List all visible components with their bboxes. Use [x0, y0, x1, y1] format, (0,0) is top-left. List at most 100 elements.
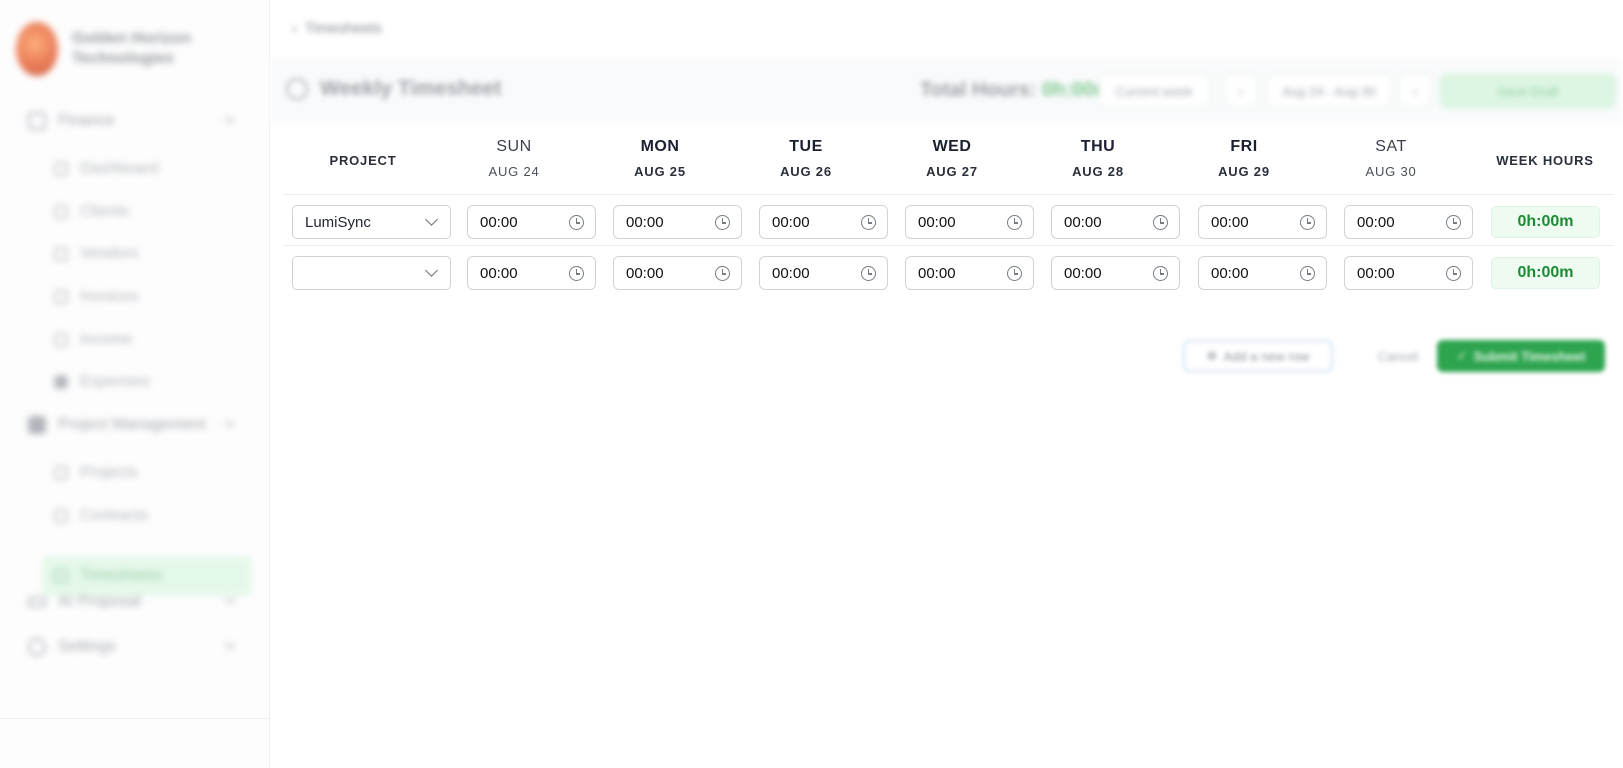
- total-hours: Total Hours: 0h:00m: [920, 79, 1112, 102]
- week-hours-total: 0h:00m: [1491, 206, 1600, 238]
- sidebar-item-label: Clients: [80, 203, 129, 220]
- time-input-sun[interactable]: 00:00: [467, 256, 596, 290]
- sidebar-item-invoices[interactable]: Invoices: [54, 288, 139, 306]
- clock-icon[interactable]: [1446, 266, 1461, 281]
- sidebar-item-ai-proposal[interactable]: AI Proposal: [28, 593, 141, 611]
- current-week-button[interactable]: Current week: [1098, 74, 1210, 108]
- clock-icon[interactable]: [715, 215, 730, 230]
- sidebar-item-vendors[interactable]: Vendors: [54, 245, 139, 263]
- day-label: FRI: [1230, 138, 1258, 155]
- time-input-wed[interactable]: 00:00: [905, 256, 1034, 290]
- prev-week-button[interactable]: ‹: [1224, 74, 1258, 108]
- breadcrumb[interactable]: ‹ Timesheets: [292, 20, 382, 37]
- store-icon: [54, 247, 68, 261]
- time-value: 00:00: [1357, 264, 1395, 282]
- date-label: AUG 26: [780, 164, 832, 179]
- clock-icon[interactable]: [1300, 215, 1315, 230]
- sidebar-item-projects[interactable]: Projects: [54, 464, 138, 482]
- check-icon: ✓: [1456, 348, 1468, 363]
- clock-icon[interactable]: [715, 266, 730, 281]
- title-bar: Weekly Timesheet Total Hours: 0h:00m Cur…: [270, 60, 1623, 122]
- cancel-button[interactable]: Cancel: [1353, 340, 1443, 372]
- week-range[interactable]: Aug 24 - Aug 30: [1266, 74, 1392, 108]
- time-input-mon[interactable]: 00:00: [613, 256, 742, 290]
- date-label: AUG 28: [1072, 164, 1124, 179]
- sidebar-item-label: AI Proposal: [58, 593, 141, 610]
- clock-icon[interactable]: [861, 266, 876, 281]
- app-root: Golden Horizon Technologies Finance Dash…: [0, 0, 1623, 768]
- chevron-down-icon[interactable]: [224, 638, 236, 650]
- time-input-sat[interactable]: 00:00: [1344, 205, 1473, 239]
- time-input-mon[interactable]: 00:00: [613, 205, 742, 239]
- brand-name: Golden Horizon Technologies: [72, 30, 192, 67]
- day-label: SUN: [496, 138, 532, 155]
- time-input-sat[interactable]: 00:00: [1344, 256, 1473, 290]
- clock-icon[interactable]: [569, 266, 584, 281]
- time-value: 00:00: [1211, 213, 1249, 231]
- chevron-left-icon: ‹: [1238, 83, 1244, 99]
- date-label: AUG 25: [634, 164, 686, 179]
- clock-icon[interactable]: [1446, 215, 1461, 230]
- table-row: 00:00 00:00 00:00 00:00 00:00 00:00 00:0…: [284, 246, 1614, 297]
- grid-icon: [54, 162, 68, 176]
- time-input-wed[interactable]: 00:00: [905, 205, 1034, 239]
- clock-icon[interactable]: [569, 215, 584, 230]
- save-draft-button[interactable]: Save Draft: [1440, 74, 1616, 108]
- chevron-down-icon[interactable]: [224, 112, 236, 124]
- time-value: 00:00: [1211, 264, 1249, 282]
- sidebar-item-settings[interactable]: Settings: [28, 638, 116, 656]
- add-row-button[interactable]: ⊕ Add a new row: [1183, 340, 1333, 372]
- time-value: 00:00: [918, 213, 956, 231]
- table-row: LumiSync 00:00 00:00 00:00 00:00 00:00 0…: [284, 195, 1614, 246]
- user-icon: [28, 112, 46, 130]
- time-input-sun[interactable]: 00:00: [467, 205, 596, 239]
- breadcrumb-label: Timesheets: [305, 20, 382, 37]
- sidebar-item-label: Settings: [58, 638, 116, 655]
- sidebar-item-dashboard[interactable]: Dashboard: [54, 160, 158, 178]
- clock-icon[interactable]: [861, 215, 876, 230]
- time-input-thu[interactable]: 00:00: [1051, 256, 1180, 290]
- column-header-label: PROJECT: [329, 153, 397, 168]
- add-row-label: Add a new row: [1223, 348, 1310, 364]
- sidebar: Golden Horizon Technologies Finance Dash…: [0, 0, 270, 768]
- header: ‹ Timesheets Weekly Timesheet Total Hour…: [270, 0, 1623, 125]
- sidebar-item-label: Finance: [58, 112, 115, 129]
- clock-icon[interactable]: [1007, 215, 1022, 230]
- sidebar-item-expenses[interactable]: Expenses: [54, 373, 150, 391]
- sidebar-footer: [0, 718, 270, 768]
- sidebar-item-income[interactable]: Income: [54, 331, 132, 349]
- time-input-tue[interactable]: 00:00: [759, 256, 888, 290]
- clock-icon[interactable]: [1153, 266, 1168, 281]
- date-label: AUG 30: [1365, 164, 1417, 179]
- chevron-right-icon: ›: [1412, 83, 1418, 99]
- clock-icon: [54, 569, 68, 583]
- timesheet-table: PROJECT SUN AUG 24 MON AUG 25 TUE AUG 26…: [284, 125, 1614, 297]
- column-header-label: WEEK HOURS: [1496, 153, 1594, 168]
- sidebar-item-project-management[interactable]: Project Management: [28, 416, 206, 434]
- clock-icon[interactable]: [1007, 266, 1022, 281]
- time-input-fri[interactable]: 00:00: [1198, 205, 1327, 239]
- day-label: WED: [932, 138, 972, 155]
- chevron-left-icon: ‹: [292, 20, 297, 37]
- plus-icon: [54, 333, 68, 347]
- project-select[interactable]: [292, 256, 451, 290]
- sidebar-item-contracts[interactable]: Contracts: [54, 507, 148, 525]
- sidebar-item-label: Expenses: [80, 373, 151, 390]
- project-select[interactable]: LumiSync: [292, 205, 451, 239]
- time-value: 00:00: [918, 264, 956, 282]
- submit-label: Submit Timesheet: [1473, 348, 1586, 364]
- time-input-tue[interactable]: 00:00: [759, 205, 888, 239]
- next-week-button[interactable]: ›: [1398, 74, 1432, 108]
- clock-icon[interactable]: [1300, 266, 1315, 281]
- submit-timesheet-button[interactable]: ✓ Submit Timesheet: [1437, 340, 1605, 372]
- day-label: MON: [640, 138, 680, 155]
- sidebar-item-finance[interactable]: Finance: [28, 112, 115, 130]
- clock-icon[interactable]: [1153, 215, 1168, 230]
- time-input-thu[interactable]: 00:00: [1051, 205, 1180, 239]
- chevron-down-icon[interactable]: [224, 416, 236, 428]
- time-input-fri[interactable]: 00:00: [1198, 256, 1327, 290]
- sidebar-item-clients[interactable]: Clients: [54, 203, 129, 221]
- brand[interactable]: Golden Horizon Technologies: [16, 22, 222, 76]
- sidebar-item-timesheets[interactable]: Timesheets: [54, 567, 162, 585]
- date-label: AUG 29: [1218, 164, 1270, 179]
